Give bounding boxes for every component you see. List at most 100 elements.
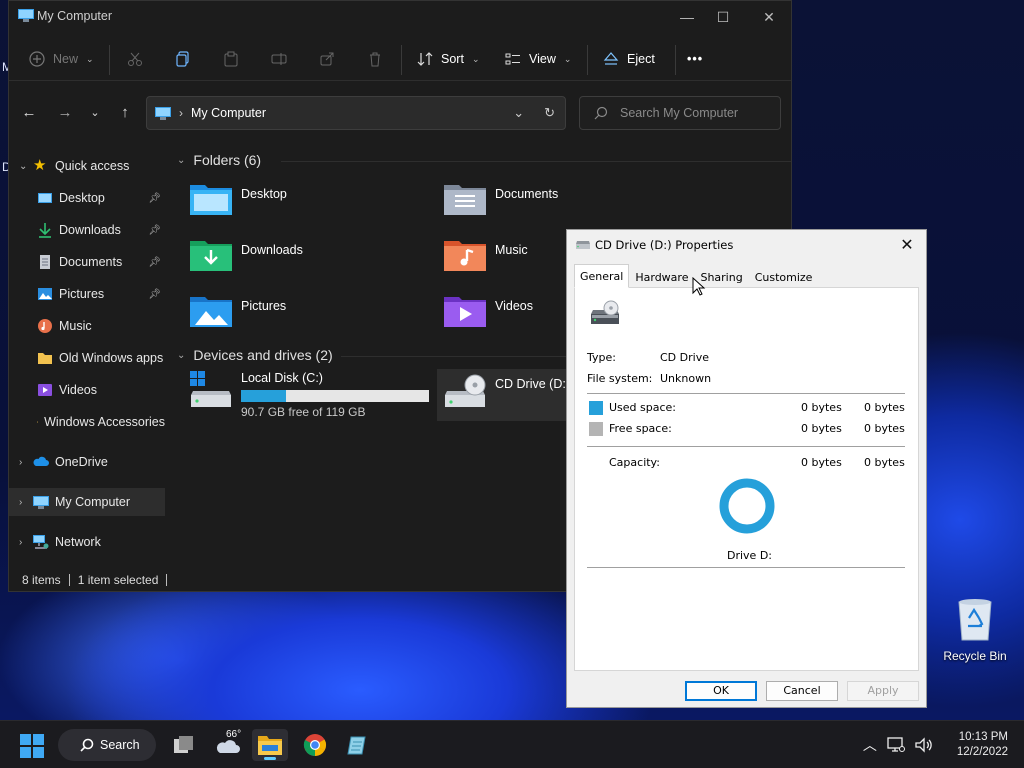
folder-documents[interactable]: Documents	[443, 181, 558, 217]
delete-icon[interactable]	[367, 49, 383, 69]
search-input[interactable]: Search My Computer	[579, 96, 781, 130]
view-button[interactable]: View ⌄	[505, 49, 571, 69]
notepad-icon	[347, 736, 366, 755]
computer-icon	[155, 106, 171, 120]
sidebar-item-windows-accessories[interactable]: Windows Accessories	[9, 408, 165, 436]
folder-music[interactable]: Music	[443, 237, 528, 273]
recycle-bin[interactable]: Recycle Bin	[940, 596, 1010, 663]
folders-group-header[interactable]: ⌄ Folders (6)	[177, 152, 261, 168]
address-dropdown-icon[interactable]: ⌄	[513, 105, 524, 121]
cloud-icon	[33, 456, 49, 466]
breadcrumb[interactable]: My Computer	[191, 106, 266, 120]
up-arrow-icon[interactable]: ↑	[115, 103, 135, 123]
mouse-cursor-icon	[692, 277, 706, 296]
volume-icon[interactable]	[915, 737, 933, 753]
paste-icon[interactable]	[223, 49, 239, 69]
folder-icon	[37, 421, 39, 423]
toolbar-divider	[675, 45, 676, 75]
close-icon[interactable]: ✕	[896, 234, 918, 256]
copy-icon[interactable]	[175, 49, 191, 69]
address-bar[interactable]: › My Computer ⌄ ↻	[146, 96, 566, 130]
folder-pictures[interactable]: Pictures	[189, 293, 286, 329]
share-icon[interactable]	[319, 49, 335, 69]
close-button[interactable]: ✕	[759, 7, 779, 27]
sort-button[interactable]: Sort ⌄	[417, 49, 479, 69]
sidebar-item-onedrive[interactable]: › OneDrive	[9, 448, 165, 476]
star-icon: ★	[33, 157, 47, 174]
tab-customize[interactable]: Customize	[749, 266, 819, 288]
eject-button[interactable]: Eject	[603, 49, 655, 69]
sidebar-item-old-windows-apps[interactable]: Old Windows apps	[9, 344, 165, 372]
ok-button[interactable]: OK	[685, 681, 757, 701]
chevron-right-icon[interactable]: ›	[19, 497, 33, 508]
chrome-taskbar-button[interactable]	[297, 729, 333, 761]
navigation-pane: ⌄ ★ Quick access Desktop 📌︎ Downloads 📌︎…	[9, 147, 167, 567]
apply-button[interactable]: Apply	[847, 681, 919, 701]
cancel-button[interactable]: Cancel	[766, 681, 838, 701]
new-button[interactable]: New ⌄	[29, 49, 94, 69]
tab-general[interactable]: General	[574, 264, 630, 288]
sidebar-item-label: Windows Accessories	[44, 415, 165, 429]
pin-icon[interactable]: 📌︎	[148, 225, 161, 236]
show-hidden-icons-chevron-icon[interactable]: ︿	[863, 735, 877, 755]
maximize-button[interactable]: ☐	[713, 7, 733, 27]
divider	[281, 161, 791, 162]
folder-downloads[interactable]: Downloads	[189, 237, 303, 273]
sidebar-item-desktop[interactable]: Desktop 📌︎	[9, 184, 165, 212]
search-icon	[594, 106, 608, 120]
sidebar-item-my-computer[interactable]: › My Computer	[9, 488, 165, 516]
drive-cd-d[interactable]: CD Drive (D:)	[437, 369, 577, 421]
downloads-icon	[190, 241, 232, 271]
sidebar-item-videos[interactable]: Videos	[9, 376, 165, 404]
devices-group-header[interactable]: ⌄ Devices and drives (2)	[177, 347, 333, 363]
new-label: New	[53, 52, 79, 66]
documents-icon	[40, 255, 50, 269]
notepad-taskbar-button[interactable]	[340, 729, 376, 761]
sidebar-item-quick-access[interactable]: ⌄ ★ Quick access	[9, 152, 165, 180]
drive-local-disk-c[interactable]: Local Disk (C:) 90.7 GB free of 119 GB	[189, 371, 429, 421]
chevron-right-icon[interactable]: ›	[19, 457, 33, 468]
pin-icon[interactable]: 📌︎	[148, 193, 161, 204]
sidebar-item-network[interactable]: › Network	[9, 528, 165, 556]
folder-label: Documents	[495, 187, 559, 201]
windows-start-icon[interactable]	[20, 734, 44, 758]
tab-hardware[interactable]: Hardware	[629, 266, 694, 288]
group-title: Devices and drives (2)	[193, 347, 333, 363]
minimize-button[interactable]: —	[677, 7, 697, 27]
recent-locations-chevron-icon[interactable]: ⌄	[85, 103, 105, 123]
title-bar[interactable]: My Computer — ☐ ✕	[9, 1, 791, 33]
toolbar-divider	[109, 45, 110, 75]
chevron-down-icon[interactable]: ⌄	[19, 161, 33, 172]
cut-icon[interactable]	[127, 49, 143, 69]
sidebar-item-label: Videos	[59, 383, 97, 397]
folder-videos[interactable]: Videos	[443, 293, 533, 329]
sidebar-item-label: Downloads	[59, 223, 121, 237]
sidebar-item-pictures[interactable]: Pictures 📌︎	[9, 280, 165, 308]
file-explorer-taskbar-button[interactable]	[252, 729, 288, 761]
sidebar-item-documents[interactable]: Documents 📌︎	[9, 248, 165, 276]
refresh-icon[interactable]: ↻	[544, 105, 555, 121]
pin-icon[interactable]: 📌︎	[148, 257, 161, 268]
network-monitor-icon[interactable]	[887, 737, 905, 753]
sidebar-item-music[interactable]: Music	[9, 312, 165, 340]
folder-desktop[interactable]: Desktop	[189, 181, 287, 217]
task-view-button[interactable]	[166, 729, 202, 761]
back-arrow-icon[interactable]: ←	[19, 103, 39, 123]
clock[interactable]: 10:13 PM 12/2/2022	[957, 730, 1008, 760]
sidebar-item-label: My Computer	[55, 495, 131, 509]
divider	[166, 574, 168, 586]
folder-label: Desktop	[241, 187, 287, 201]
network-icon	[33, 535, 49, 549]
taskbar-search-button[interactable]: Search	[58, 729, 156, 761]
sidebar-item-downloads[interactable]: Downloads 📌︎	[9, 216, 165, 244]
forward-arrow-icon[interactable]: →	[55, 103, 75, 123]
command-bar: New ⌄ Sort ⌄ View ⌄ Eject •••	[9, 39, 791, 81]
chevron-right-icon[interactable]: ›	[19, 537, 33, 548]
folder-label: Music	[495, 243, 528, 257]
rename-icon[interactable]	[271, 49, 287, 69]
drive-label: Drive D:	[727, 549, 772, 562]
pin-icon[interactable]: 📌︎	[148, 289, 161, 300]
more-options-button[interactable]: •••	[687, 49, 703, 69]
computer-icon	[18, 9, 34, 22]
used-space-bytes: 0 bytes	[801, 401, 842, 414]
